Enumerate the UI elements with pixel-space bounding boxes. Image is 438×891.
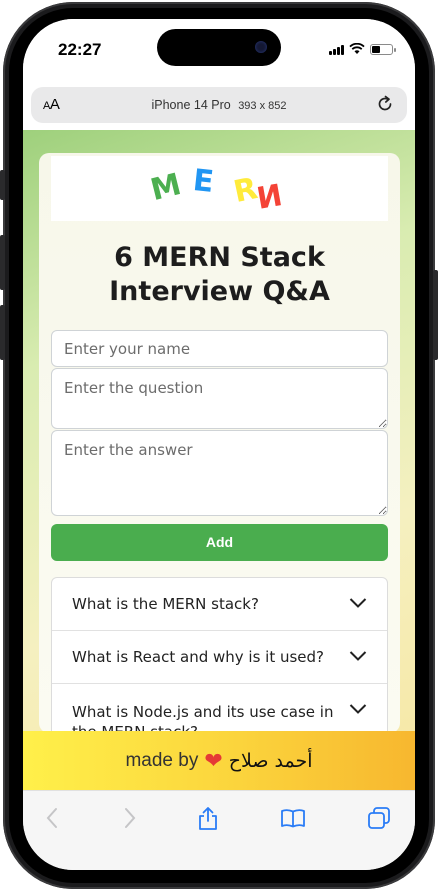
question-text: What is React and why is it used? [72, 648, 325, 666]
dynamic-island [157, 29, 281, 66]
status-bar: 22:27 [23, 19, 415, 81]
footer: made by ❤ أحمد صلاح [23, 731, 415, 790]
main-card: M E R N 6 MERN Stack Interview Q&A Add W… [39, 153, 400, 733]
address-bar[interactable]: AA iPhone 14 Pro 393 x 852 [31, 87, 407, 123]
logo-letter-n: N [254, 178, 285, 217]
qa-accordion: What is the MERN stack? What is React an… [51, 577, 388, 733]
reload-icon[interactable] [375, 94, 395, 114]
name-input[interactable] [51, 330, 388, 367]
share-icon[interactable] [195, 805, 221, 831]
qa-item[interactable]: What is Node.js and its use case in the … [52, 684, 387, 733]
volume-down-button [0, 305, 5, 360]
tabs-icon[interactable] [366, 805, 392, 831]
wifi-icon [349, 43, 365, 54]
answer-input[interactable] [51, 430, 388, 516]
back-icon[interactable] [40, 805, 66, 831]
power-button [433, 270, 438, 360]
mern-logo: M E R N [51, 156, 388, 221]
status-icons [329, 43, 396, 55]
chevron-down-icon[interactable] [349, 597, 367, 609]
forward-icon[interactable] [116, 805, 142, 831]
qa-item[interactable]: What is React and why is it used? [52, 631, 387, 684]
device-name: iPhone 14 Pro [151, 98, 231, 112]
logo-letter-m: M [147, 166, 185, 209]
phone-screen: 22:27 AA iPhone 14 Pro 393 x 852 M E R N… [23, 19, 415, 870]
chevron-down-icon[interactable] [349, 650, 367, 662]
browser-address-area: AA iPhone 14 Pro 393 x 852 [23, 81, 415, 130]
camera-icon [255, 41, 267, 53]
device-dims: 393 x 852 [238, 100, 287, 112]
page-title: 6 MERN Stack Interview Q&A [109, 242, 330, 307]
logo-letter-e: E [191, 163, 216, 200]
bookmarks-icon[interactable] [280, 805, 306, 831]
web-page: M E R N 6 MERN Stack Interview Q&A Add W… [23, 130, 415, 790]
question-text: What is Node.js and its use case in the … [72, 703, 334, 733]
question-text: What is the MERN stack? [72, 595, 259, 613]
mute-switch [0, 170, 5, 200]
question-input[interactable] [51, 368, 388, 429]
heart-icon: ❤ [204, 747, 223, 773]
browser-toolbar [23, 790, 415, 870]
status-time: 22:27 [58, 40, 102, 59]
author-name: أحمد صلاح [228, 749, 313, 772]
made-by-text: made by [125, 749, 199, 771]
signal-icon [329, 44, 344, 55]
add-button[interactable]: Add [51, 524, 388, 561]
volume-up-button [0, 235, 5, 290]
qa-item[interactable]: What is the MERN stack? [52, 578, 387, 631]
device-label: iPhone 14 Pro 393 x 852 [31, 98, 407, 112]
chevron-down-icon[interactable] [349, 703, 367, 715]
battery-icon [370, 43, 396, 55]
